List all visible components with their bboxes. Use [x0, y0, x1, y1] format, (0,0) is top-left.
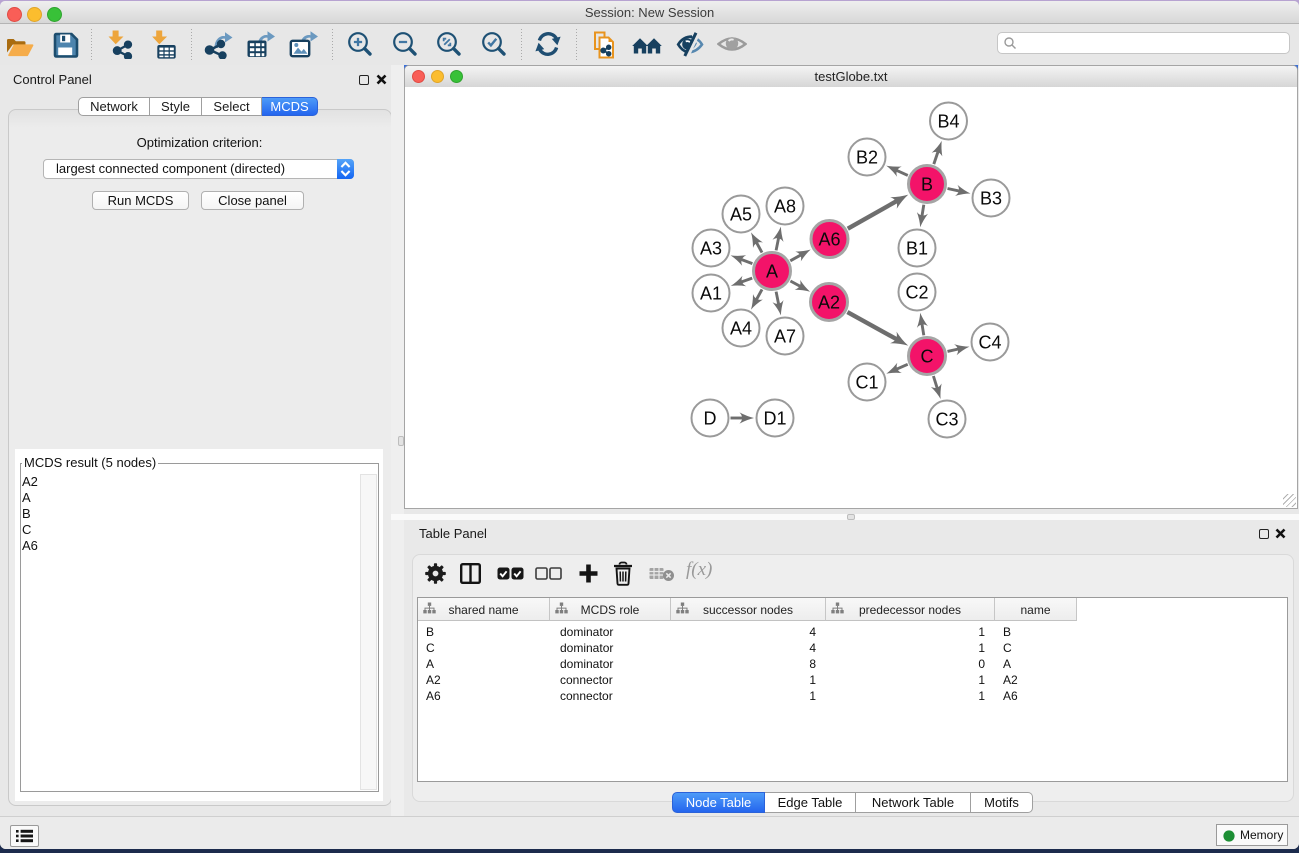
svg-text:C1: C1: [855, 373, 878, 393]
svg-text:B1: B1: [906, 239, 928, 259]
svg-text:A3: A3: [700, 239, 722, 259]
svg-text:A4: A4: [730, 319, 752, 339]
svg-text:D: D: [704, 409, 717, 429]
svg-text:B2: B2: [856, 148, 878, 168]
svg-text:A1: A1: [700, 284, 722, 304]
svg-text:A5: A5: [730, 205, 752, 225]
svg-text:B: B: [921, 175, 933, 195]
svg-text:B4: B4: [937, 112, 959, 132]
svg-text:B3: B3: [980, 189, 1002, 209]
svg-text:A: A: [766, 262, 778, 282]
svg-text:A7: A7: [774, 327, 796, 347]
svg-text:C2: C2: [905, 283, 928, 303]
svg-text:A6: A6: [818, 230, 840, 250]
svg-text:C: C: [921, 347, 934, 367]
svg-text:C4: C4: [978, 333, 1001, 353]
svg-text:D1: D1: [763, 409, 786, 429]
svg-text:C3: C3: [935, 410, 958, 430]
svg-text:A2: A2: [818, 293, 840, 313]
svg-text:A8: A8: [774, 197, 796, 217]
